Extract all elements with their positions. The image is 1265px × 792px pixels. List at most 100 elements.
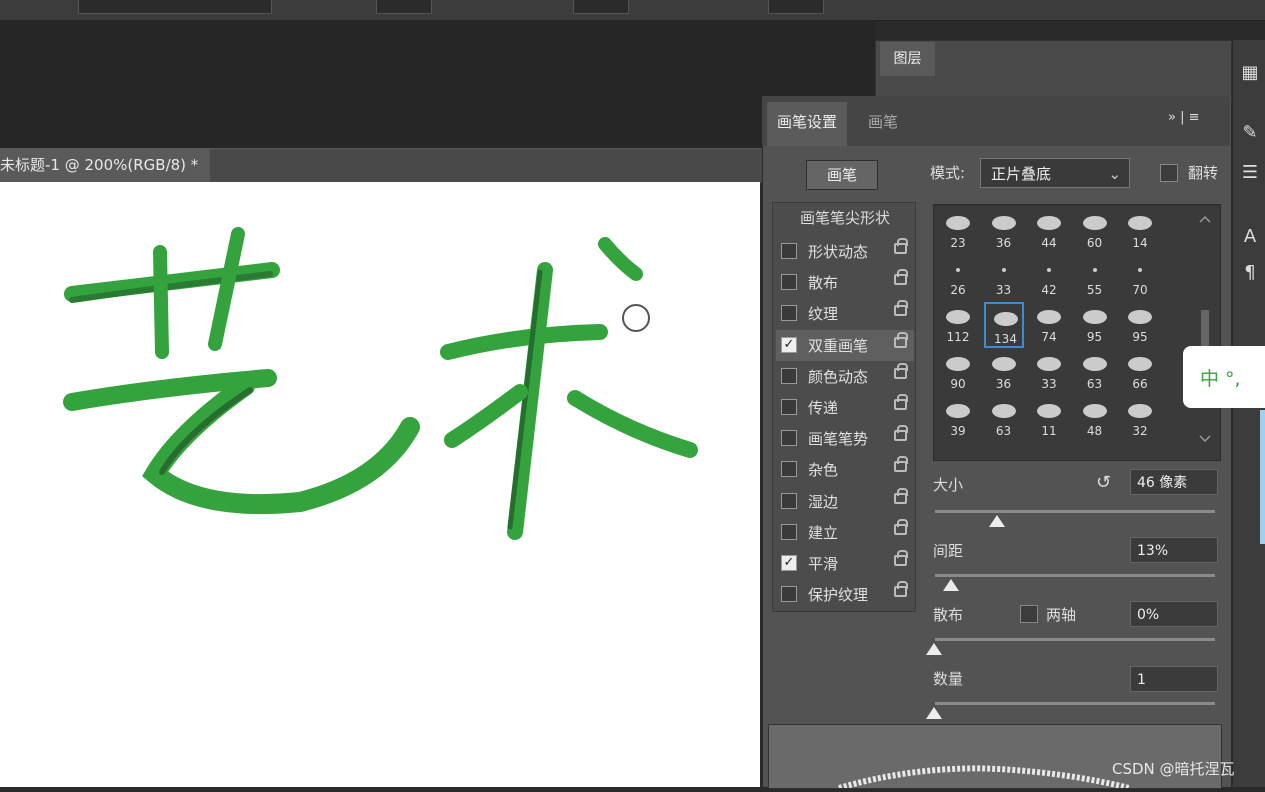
brush-preset[interactable]: 48	[1075, 396, 1115, 442]
brush-preset[interactable]: 42	[1029, 255, 1069, 301]
brush-preset[interactable]: 70	[1120, 255, 1160, 301]
brush-preset[interactable]: 66	[1120, 349, 1160, 395]
mode-select[interactable]: 正片叠底 ⌄	[980, 158, 1130, 188]
tab-brush-settings[interactable]: 画笔设置	[767, 102, 848, 146]
option-checkbox[interactable]	[781, 430, 797, 447]
count-slider-thumb[interactable]	[926, 707, 942, 719]
scatter-slider-thumb[interactable]	[926, 643, 942, 655]
brush-preset[interactable]: 44	[1029, 208, 1069, 254]
brush-preset[interactable]: 32	[1120, 396, 1160, 442]
brush-preset[interactable]: 112	[938, 302, 978, 348]
brush-preset[interactable]: 14	[1120, 208, 1160, 254]
lock-icon[interactable]	[894, 518, 908, 535]
option-checkbox[interactable]	[781, 243, 797, 259]
flip-checkbox[interactable]	[1160, 164, 1178, 182]
brush-preset[interactable]: 63	[984, 396, 1024, 442]
brush-preset[interactable]: 74	[1029, 302, 1069, 348]
brush-option-row[interactable]: 纹理	[776, 298, 914, 329]
count-input[interactable]: 1	[1130, 666, 1218, 692]
brush-preset[interactable]: 134	[983, 302, 1024, 348]
option-field-opacity[interactable]	[376, 0, 432, 14]
lock-icon[interactable]	[894, 331, 908, 348]
brush-tip-shape-item[interactable]: 画笔笔尖形状	[780, 204, 910, 232]
option-checkbox[interactable]	[781, 586, 797, 603]
lock-icon[interactable]	[894, 487, 908, 504]
option-checkbox[interactable]	[781, 523, 797, 540]
lock-icon[interactable]	[894, 456, 908, 473]
panel-menu-icon[interactable]: » | ≡	[1168, 110, 1200, 125]
both-axes-checkbox[interactable]	[1020, 605, 1038, 623]
brush-preset[interactable]: 63	[1075, 349, 1115, 395]
brush-preset[interactable]: 39	[938, 396, 978, 442]
character-icon[interactable]: A	[1239, 226, 1261, 250]
spacing-slider-track[interactable]	[935, 574, 1215, 577]
option-checkbox[interactable]	[781, 274, 797, 291]
size-slider-thumb[interactable]	[989, 515, 1005, 527]
option-checkbox[interactable]	[781, 461, 797, 478]
option-checkbox[interactable]	[781, 305, 797, 322]
brush-preset[interactable]: 95	[1075, 302, 1115, 348]
brush-preset[interactable]: 23	[938, 208, 978, 254]
option-field-mode[interactable]	[78, 0, 272, 14]
option-label: 保护纹理	[808, 586, 869, 605]
size-input[interactable]: 46 像素	[1130, 469, 1218, 495]
document-tab[interactable]: 未标题-1 @ 200%(RGB/8) *	[0, 148, 211, 182]
brush-option-row[interactable]: ✓ 双重画笔	[776, 329, 914, 361]
lock-icon[interactable]	[894, 269, 908, 286]
brush-option-row[interactable]: 传递	[776, 392, 914, 423]
lock-icon[interactable]	[894, 362, 908, 379]
brush-option-row[interactable]: 散布	[776, 267, 914, 298]
spacing-input[interactable]: 13%	[1130, 537, 1218, 563]
brush-icon[interactable]: ✎	[1239, 122, 1261, 146]
scatter-input[interactable]: 0%	[1130, 601, 1218, 627]
brush-tip-icon	[1124, 398, 1156, 424]
layers-tab[interactable]: 图层	[880, 42, 935, 76]
lock-icon[interactable]	[894, 238, 908, 254]
brush-option-row[interactable]: 保护纹理	[776, 579, 914, 610]
option-label: 建立	[808, 523, 839, 542]
option-checkbox[interactable]	[781, 367, 797, 384]
lock-icon[interactable]	[894, 550, 908, 566]
brush-preset[interactable]: 90	[938, 349, 978, 395]
option-checkbox[interactable]	[781, 492, 797, 509]
option-field-flow[interactable]	[573, 0, 629, 14]
size-slider-track[interactable]	[935, 510, 1215, 513]
spacing-slider-thumb[interactable]	[943, 579, 959, 591]
brush-option-row[interactable]: 湿边	[776, 486, 914, 517]
brush-preset[interactable]: 36	[984, 208, 1024, 254]
brush-option-row[interactable]: 画笔笔势	[776, 423, 914, 454]
brush-preset[interactable]: 55	[1075, 255, 1115, 301]
brush-option-row[interactable]: 颜色动态	[776, 361, 914, 392]
option-checkbox[interactable]: ✓	[781, 336, 797, 353]
brush-preset[interactable]: 33	[984, 255, 1024, 301]
preset-scrollbar[interactable]	[1197, 210, 1213, 450]
brush-preset[interactable]: 95	[1120, 302, 1160, 348]
layers-icon[interactable]: ▦	[1239, 62, 1261, 86]
lock-icon[interactable]	[894, 425, 908, 442]
brush-preset[interactable]: 11	[1029, 396, 1069, 442]
lock-icon[interactable]	[894, 581, 908, 598]
brush-tip-icon	[942, 257, 974, 283]
reset-size-icon[interactable]: ↺	[1096, 472, 1111, 493]
tab-brush[interactable]: 画笔	[868, 102, 898, 146]
brush-preset[interactable]: 36	[984, 349, 1024, 395]
scatter-slider-track[interactable]	[935, 638, 1215, 641]
brush-option-row[interactable]: 形状动态	[776, 236, 914, 267]
brush-preset[interactable]: 26	[938, 255, 978, 301]
option-field-smoothing[interactable]	[768, 0, 824, 14]
paragraph-icon[interactable]: ¶	[1239, 262, 1261, 286]
brush-preset[interactable]: 60	[1075, 208, 1115, 254]
brush-presets-button[interactable]: 画笔	[806, 160, 878, 190]
count-slider-track[interactable]	[935, 702, 1215, 705]
brush-size-label: 90	[950, 377, 966, 391]
adjust-icon[interactable]: ☰	[1239, 162, 1261, 186]
option-checkbox[interactable]: ✓	[781, 555, 797, 571]
brush-option-row[interactable]: ✓ 平滑	[776, 548, 914, 579]
brush-preset[interactable]: 33	[1029, 349, 1069, 395]
option-checkbox[interactable]	[781, 399, 797, 415]
brush-option-row[interactable]: 建立	[776, 517, 914, 548]
brush-tip-icon	[942, 210, 974, 236]
brush-option-row[interactable]: 杂色	[776, 454, 914, 485]
lock-icon[interactable]	[894, 394, 908, 410]
lock-icon[interactable]	[894, 300, 908, 317]
